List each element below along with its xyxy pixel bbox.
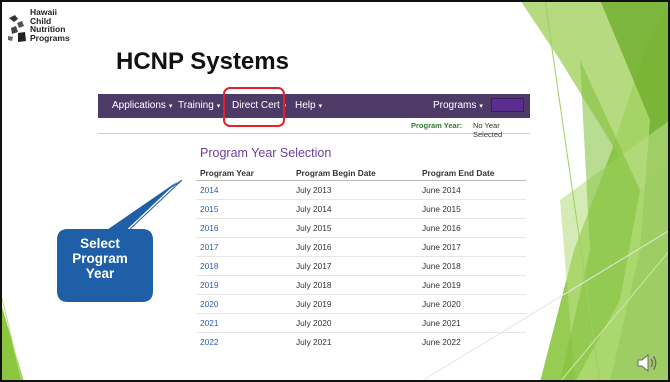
speaker-audio-icon[interactable]	[636, 352, 660, 374]
callout-text: Select Program Year	[56, 236, 144, 281]
callout-line: Year	[85, 266, 115, 281]
slide: Hawaii Child Nutrition Programs HCNP Sys…	[0, 0, 670, 382]
callout-line: Program	[72, 251, 128, 266]
callout-bubble	[55, 172, 189, 304]
callout-line: Select	[80, 236, 120, 251]
